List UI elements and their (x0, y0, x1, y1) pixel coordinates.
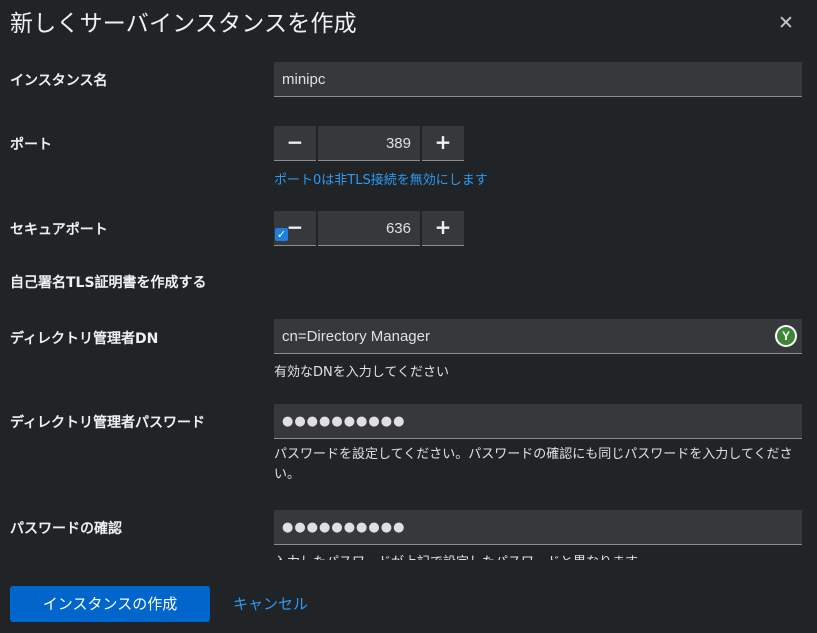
secure-port-increment-button[interactable]: + (422, 211, 464, 246)
dm-dn-input[interactable]: cn=Directory Manager Y (274, 319, 802, 354)
close-icon[interactable]: ✕ (774, 11, 798, 35)
instance-name-label: インスタンス名 (10, 73, 108, 89)
instance-name-input[interactable]: minipc (274, 62, 802, 97)
secure-port-stepper: − 636 + (274, 211, 465, 246)
port-label: ポート (10, 137, 52, 153)
dm-dn-helper-text: 有効なDNを入力してください (274, 365, 449, 380)
dm-dn-label: ディレクトリ管理者DN (10, 331, 159, 347)
success-icon-glyph: Y (777, 327, 795, 345)
modal-body: インスタンス名 minipc ポート − 389 + ポート0は非TLS接続を無… (0, 48, 817, 560)
dm-password-input[interactable]: ●●●●●●●●●● (274, 404, 802, 439)
port-input[interactable]: 389 (318, 126, 420, 161)
create-instance-button[interactable]: インスタンスの作成 (10, 586, 210, 622)
success-icon: Y (775, 325, 797, 347)
cancel-button[interactable]: キャンセル (233, 586, 308, 622)
secure-port-label: セキュアポート (10, 222, 108, 238)
dm-dn-value: cn=Directory Manager (282, 328, 430, 345)
self-signed-cert-checkbox[interactable]: ✓ (275, 228, 288, 241)
port-increment-button[interactable]: + (422, 126, 464, 161)
port-helper-text: ポート0は非TLS接続を無効にします (274, 173, 488, 188)
modal-title: 新しくサーバインスタンスを作成 (10, 11, 357, 37)
password-confirm-helper-text: 入力したパスワードが上記で設定したパスワードと異なります (274, 551, 638, 560)
password-confirm-label: パスワードの確認 (10, 521, 122, 537)
password-confirm-input[interactable]: ●●●●●●●●●● (274, 510, 802, 545)
secure-port-input[interactable]: 636 (318, 211, 420, 246)
port-stepper: − 389 + (274, 126, 465, 161)
dm-password-helper-text: パスワードを設定してください。パスワードの確認にも同じパスワードを入力してくださ… (274, 447, 793, 482)
create-instance-modal: 新しくサーバインスタンスを作成 ✕ インスタンス名 minipc ポート − 3… (0, 0, 817, 633)
port-decrement-button[interactable]: − (274, 126, 316, 161)
self-signed-cert-label: 自己署名TLS証明書を作成する (10, 275, 207, 291)
dm-password-label: ディレクトリ管理者パスワード (10, 415, 206, 431)
